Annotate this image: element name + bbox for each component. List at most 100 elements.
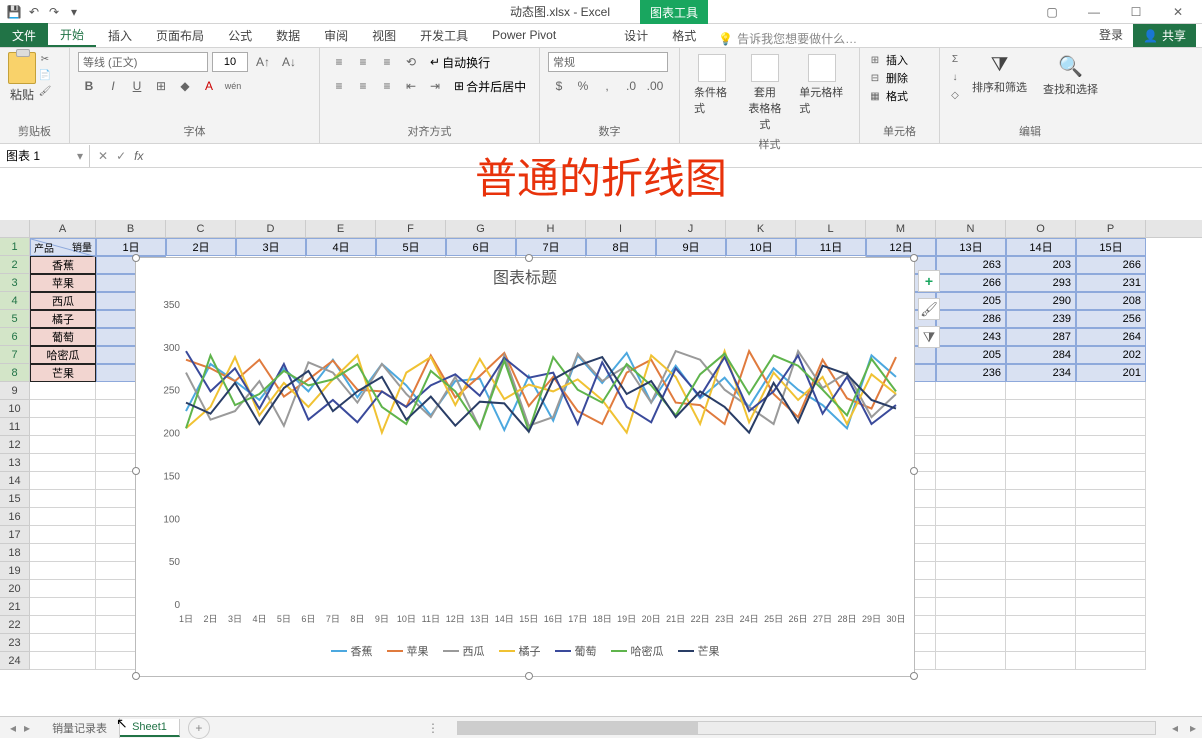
column-header[interactable]: F — [376, 220, 446, 237]
cell[interactable] — [936, 652, 1006, 670]
row-header[interactable]: 4 — [0, 292, 30, 310]
close-button[interactable]: ✕ — [1158, 1, 1198, 23]
row-header[interactable]: 13 — [0, 454, 30, 472]
legend-item[interactable]: 西瓜 — [443, 643, 485, 659]
embedded-chart[interactable]: + 🖌 ⧩ 图表标题 0501001502002503003501日2日3日4日… — [135, 257, 915, 677]
add-sheet-button[interactable]: + — [188, 717, 210, 739]
cell[interactable]: 香蕉 — [30, 256, 96, 274]
tab-home[interactable]: 开始 — [48, 23, 96, 47]
conditional-formatting-button[interactable]: 条件格式 — [688, 52, 737, 134]
undo-icon[interactable]: ↶ — [26, 4, 42, 20]
insert-cells-button[interactable]: ⊞插入 — [868, 52, 931, 68]
cell[interactable] — [936, 598, 1006, 616]
legend-item[interactable]: 橘子 — [499, 643, 541, 659]
enter-formula-icon[interactable]: ✓ — [116, 149, 126, 163]
orientation-icon[interactable]: ⟲ — [400, 52, 422, 72]
select-all-corner[interactable] — [0, 220, 30, 237]
bold-button[interactable]: B — [78, 76, 100, 96]
sheet-tab-records[interactable]: 销量记录表 — [40, 718, 120, 738]
cell[interactable]: 6日 — [446, 238, 516, 256]
legend-item[interactable]: 哈密瓜 — [611, 643, 664, 659]
cell[interactable]: 201 — [1076, 364, 1146, 382]
chart-handle-nw[interactable] — [132, 254, 140, 262]
cell[interactable] — [936, 526, 1006, 544]
chart-handle-w[interactable] — [132, 467, 140, 475]
row-header[interactable]: 19 — [0, 562, 30, 580]
cell[interactable]: 芒果 — [30, 364, 96, 382]
italic-button[interactable]: I — [102, 76, 124, 96]
cell[interactable] — [936, 508, 1006, 526]
row-header[interactable]: 3 — [0, 274, 30, 292]
cell[interactable] — [1076, 382, 1146, 400]
cell[interactable]: 8日 — [586, 238, 656, 256]
legend-item[interactable]: 香蕉 — [331, 643, 373, 659]
cell[interactable]: 236 — [936, 364, 1006, 382]
row-header[interactable]: 11 — [0, 418, 30, 436]
scroll-right-icon[interactable]: ▸ — [1184, 721, 1202, 735]
cell[interactable] — [1076, 508, 1146, 526]
column-header[interactable]: D — [236, 220, 306, 237]
clear-icon[interactable]: ◇ — [948, 88, 962, 102]
cell[interactable] — [1076, 400, 1146, 418]
row-header[interactable]: 8 — [0, 364, 30, 382]
cell[interactable]: 263 — [936, 256, 1006, 274]
legend-item[interactable]: 苹果 — [387, 643, 429, 659]
cell[interactable] — [936, 580, 1006, 598]
tab-format[interactable]: 格式 — [660, 23, 708, 47]
font-name-select[interactable]: 等线 (正文) — [78, 52, 208, 72]
column-header[interactable]: K — [726, 220, 796, 237]
cell[interactable] — [1006, 400, 1076, 418]
cell[interactable]: 2日 — [166, 238, 236, 256]
column-header[interactable]: P — [1076, 220, 1146, 237]
cell[interactable]: 239 — [1006, 310, 1076, 328]
chart-handle-se[interactable] — [910, 672, 918, 680]
cell[interactable] — [30, 490, 96, 508]
paste-button[interactable]: 粘贴 — [8, 52, 36, 103]
cell[interactable] — [1076, 418, 1146, 436]
cell[interactable] — [936, 400, 1006, 418]
cell[interactable] — [1006, 490, 1076, 508]
cell[interactable]: 256 — [1076, 310, 1146, 328]
currency-icon[interactable]: $ — [548, 76, 570, 96]
login-link[interactable]: 登录 — [1089, 22, 1133, 47]
cell[interactable] — [30, 652, 96, 670]
cell[interactable] — [30, 634, 96, 652]
chart-handle-n[interactable] — [525, 254, 533, 262]
tab-design[interactable]: 设计 — [612, 23, 660, 47]
cell[interactable] — [30, 508, 96, 526]
increase-indent-icon[interactable]: ⇥ — [424, 76, 446, 96]
column-header[interactable]: E — [306, 220, 376, 237]
increase-decimal-icon[interactable]: .0 — [620, 76, 642, 96]
format-as-table-button[interactable]: 套用 表格格式 — [741, 52, 790, 134]
legend-item[interactable]: 芒果 — [678, 643, 720, 659]
cell[interactable]: 234 — [1006, 364, 1076, 382]
cell[interactable] — [1076, 490, 1146, 508]
cell[interactable] — [30, 580, 96, 598]
cell[interactable] — [1076, 544, 1146, 562]
horizontal-scrollbar[interactable] — [457, 721, 1156, 735]
cell[interactable]: 286 — [936, 310, 1006, 328]
cell[interactable] — [1006, 526, 1076, 544]
column-header[interactable]: L — [796, 220, 866, 237]
column-header[interactable]: I — [586, 220, 656, 237]
cell[interactable]: 哈密瓜 — [30, 346, 96, 364]
merge-center-button[interactable]: ⊞合并后居中 — [454, 76, 526, 96]
cell[interactable]: 销量产品 — [30, 238, 96, 256]
cell[interactable]: 208 — [1076, 292, 1146, 310]
decrease-indent-icon[interactable]: ⇤ — [400, 76, 422, 96]
cell[interactable] — [30, 454, 96, 472]
cell[interactable] — [1076, 598, 1146, 616]
cell[interactable] — [936, 634, 1006, 652]
decrease-decimal-icon[interactable]: .00 — [644, 76, 666, 96]
column-header[interactable]: H — [516, 220, 586, 237]
name-box[interactable]: 图表 1▾ — [0, 145, 90, 167]
cell[interactable] — [1006, 436, 1076, 454]
cell[interactable]: 14日 — [1006, 238, 1076, 256]
column-header[interactable]: M — [866, 220, 936, 237]
tab-review[interactable]: 审阅 — [312, 23, 360, 47]
row-header[interactable]: 7 — [0, 346, 30, 364]
cell[interactable] — [1006, 508, 1076, 526]
cell[interactable]: 3日 — [236, 238, 306, 256]
fx-icon[interactable]: fx — [134, 149, 143, 163]
cell[interactable]: 4日 — [306, 238, 376, 256]
